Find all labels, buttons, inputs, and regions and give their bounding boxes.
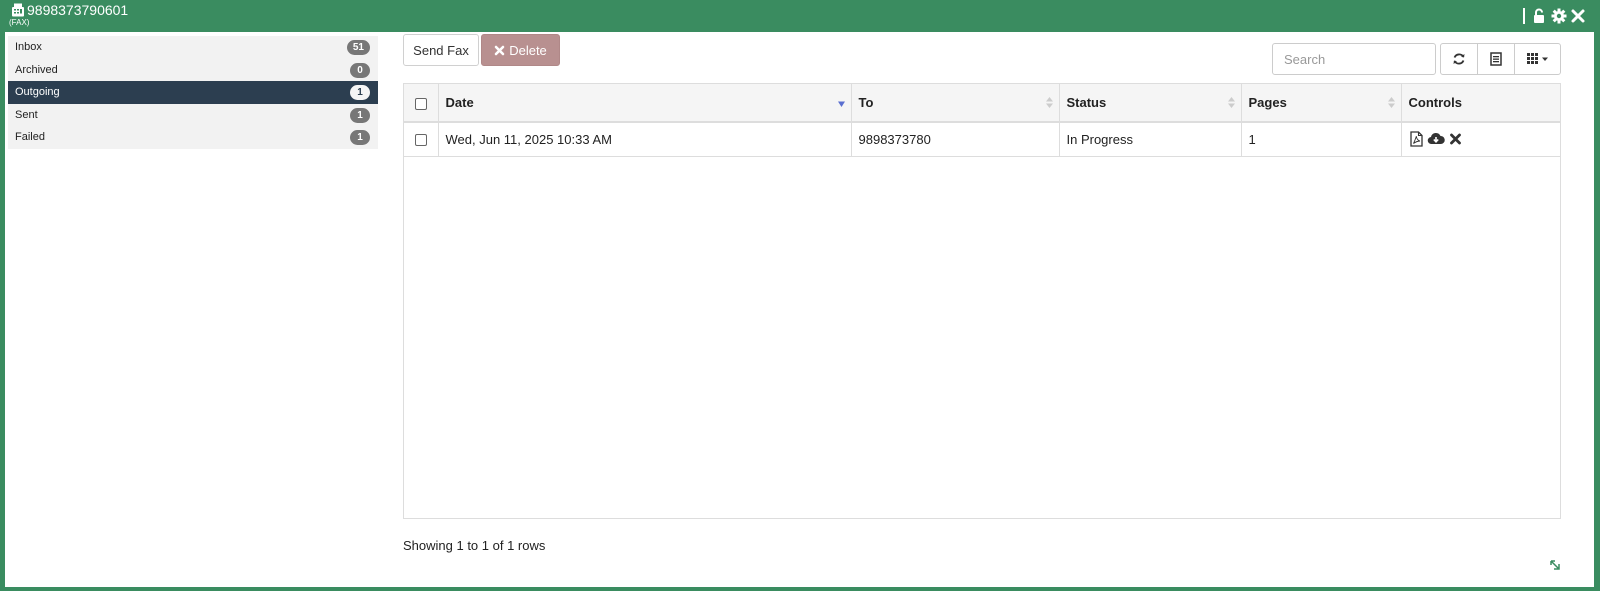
sort-desc-icon [837,101,845,107]
toggle-view-button[interactable] [1477,43,1515,75]
sidebar-item-archived[interactable]: Archived 0 [8,59,378,82]
column-header-label: Status [1066,95,1107,110]
close-icon[interactable] [1570,8,1586,24]
send-fax-button[interactable]: Send Fax [403,34,479,66]
column-header-date[interactable]: Date [438,84,852,123]
resize-handle-icon[interactable] [1549,559,1561,571]
sidebar-item-failed[interactable]: Failed 1 [8,126,378,149]
cell-to: 9898373780 [851,122,1060,157]
window-subtitle: (FAX) [9,18,30,27]
unlock-icon[interactable] [1532,8,1548,24]
pagination-info: Showing 1 to 1 of 1 rows [403,538,546,553]
table-header-row: Date To Status Pages Controls [404,84,1560,123]
sidebar-item-label: Sent [15,108,38,121]
row-checkbox[interactable] [414,134,427,147]
column-header-controls: Controls [1401,84,1560,123]
cell-controls [1401,122,1560,157]
gear-icon[interactable] [1551,8,1567,24]
sidebar-item-label: Failed [15,131,45,143]
fax-icon [12,3,24,17]
fax-table: Date To Status Pages Controls Wed, Jun 1… [404,84,1560,157]
column-header-label: Pages [1248,95,1287,110]
cell-date: Wed, Jun 11, 2025 10:33 AM [438,122,852,157]
column-header-status[interactable]: Status [1059,84,1242,123]
table-row[interactable]: Wed, Jun 11, 2025 10:33 AM 9898373780 In… [404,122,1560,157]
delete-x-icon [494,45,505,55]
search-input[interactable] [1272,43,1436,75]
refresh-icon [1453,53,1465,65]
sidebar-item-label: Inbox [15,41,42,53]
count-badge: 0 [350,62,370,78]
column-header-to[interactable]: To [851,84,1060,123]
cell-status: In Progress [1059,122,1242,157]
delete-x-icon[interactable] [1448,131,1463,147]
fax-window: 9898373790601 (FAX) Inbox 51 Archived 0 … [0,0,1600,591]
select-all-checkbox[interactable] [414,97,427,110]
fax-table-container: Date To Status Pages Controls Wed, Jun 1… [403,83,1561,519]
count-badge: 1 [350,85,370,100]
columns-dropdown-button[interactable] [1514,43,1561,75]
table-tool-buttons [1440,43,1561,75]
sidebar-item-sent[interactable]: Sent 1 [8,104,378,127]
pdf-icon[interactable] [1409,131,1424,147]
sort-icon [1045,97,1053,108]
sidebar-item-label: Archived [15,63,58,76]
sidebar-item-outgoing[interactable]: Outgoing 1 [8,81,378,104]
cloud-download-icon[interactable] [1427,131,1445,147]
window-content: Inbox 51 Archived 0 Outgoing 1 Sent 1 Fa… [5,32,1594,587]
refresh-button[interactable] [1440,43,1478,75]
window-controls [1523,7,1586,25]
list-view-icon [1490,52,1502,66]
column-header-label: To [858,95,874,110]
sort-icon [1227,97,1235,108]
sort-icon [1387,97,1395,108]
delete-button[interactable]: Delete [481,34,560,66]
column-header-label: Date [445,95,474,110]
row-select-cell [404,122,439,157]
count-badge: 1 [350,130,370,145]
count-badge: 51 [346,40,370,55]
title-separator [1523,8,1525,24]
window-titlebar[interactable]: 9898373790601 (FAX) [0,0,1600,32]
column-header-label: Controls [1408,95,1462,110]
column-header-pages[interactable]: Pages [1241,84,1402,123]
folder-sidebar: Inbox 51 Archived 0 Outgoing 1 Sent 1 Fa… [8,36,378,149]
sidebar-item-label: Outgoing [15,86,60,98]
count-badge: 1 [350,107,370,123]
row-controls [1409,131,1554,147]
window-title: 9898373790601 [27,2,129,18]
sidebar-item-inbox[interactable]: Inbox 51 [8,36,378,59]
select-all-cell [404,84,439,123]
cell-pages: 1 [1241,122,1402,157]
delete-button-label: Delete [509,42,547,58]
columns-icon [1526,53,1548,64]
